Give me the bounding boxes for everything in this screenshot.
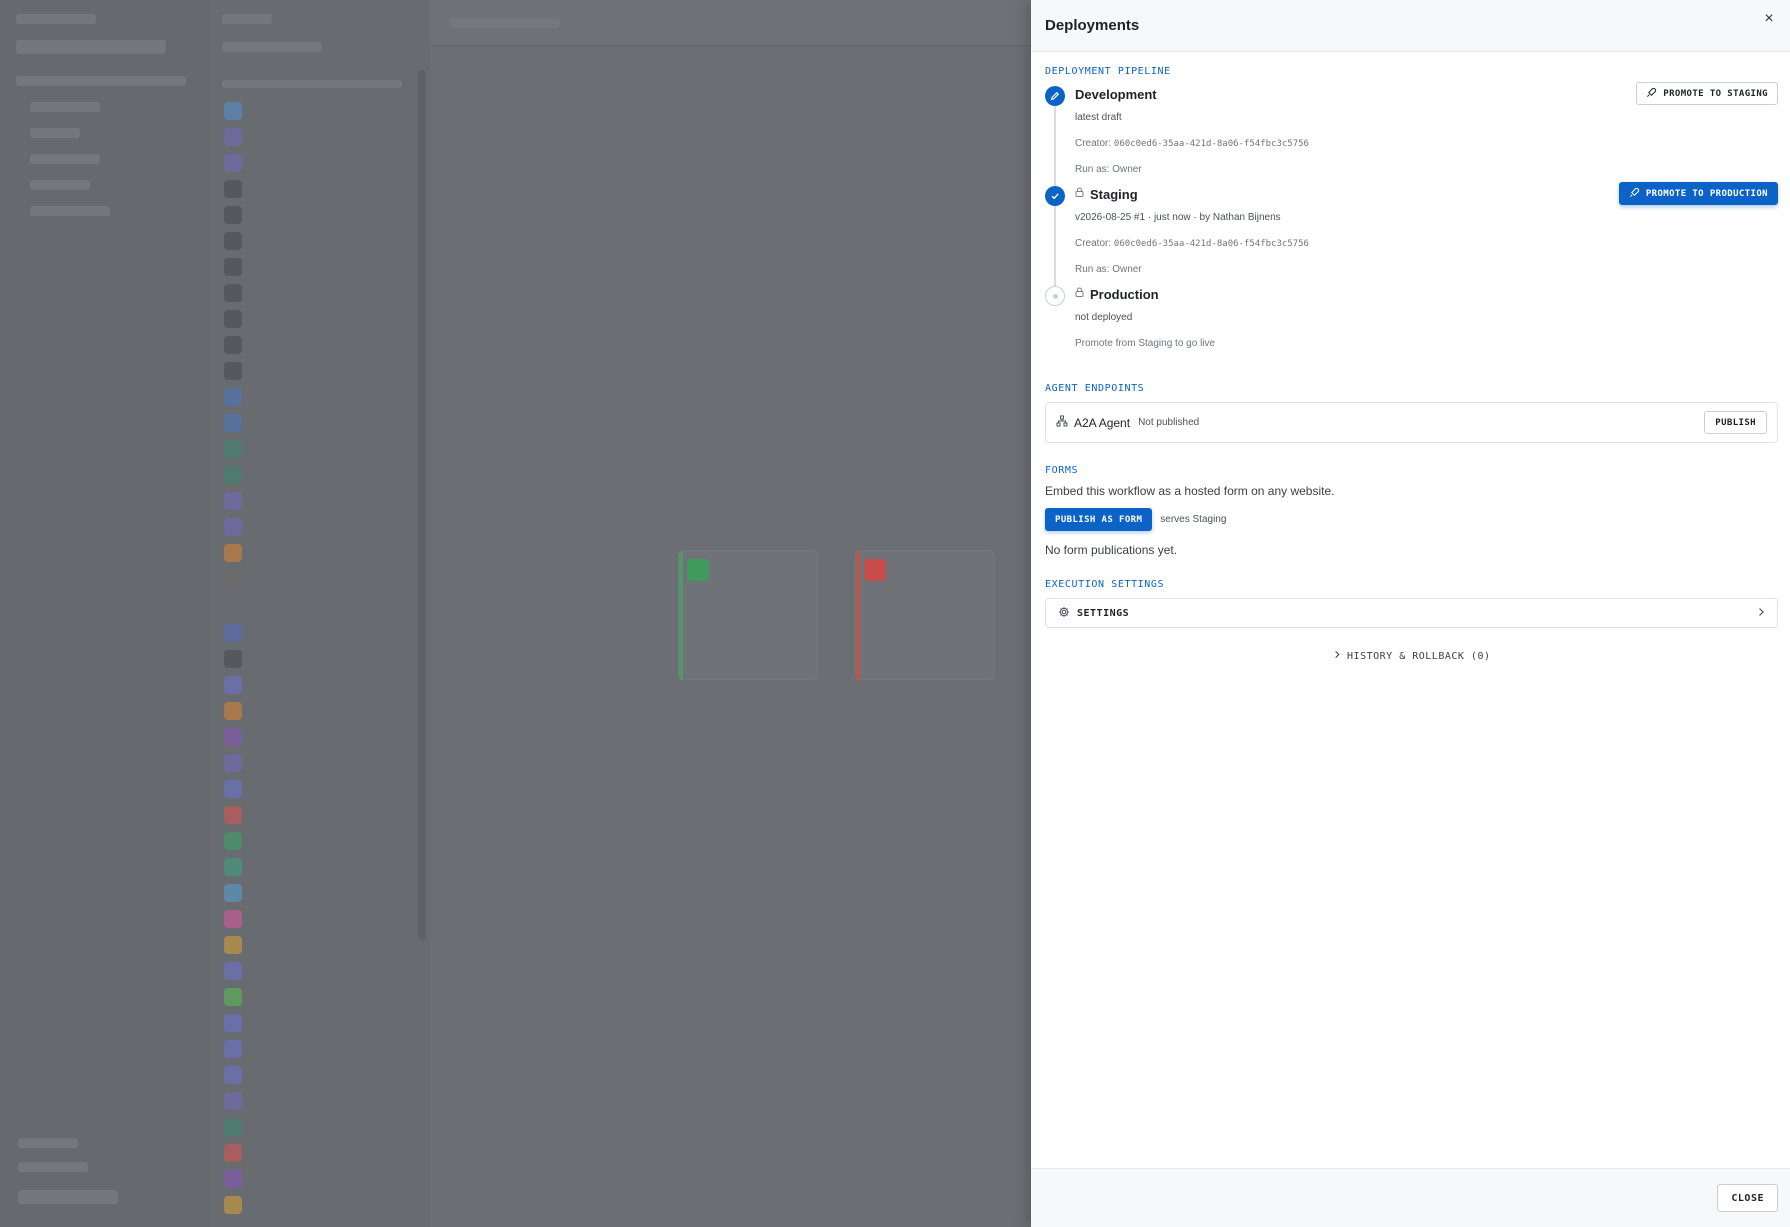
form-serves-label: serves Staging xyxy=(1160,514,1227,525)
check-icon xyxy=(1045,186,1065,206)
network-icon xyxy=(1056,415,1068,430)
stage-creator: Creator: 060c0ed6-35aa-421d-8a06-f54fbc3… xyxy=(1075,238,1309,249)
chevron-right-icon xyxy=(1757,606,1765,620)
promote-to-production-button[interactable]: PROMOTE TO PRODUCTION xyxy=(1618,182,1778,205)
form-publish-row: PUBLISH AS FORM serves Staging xyxy=(1045,508,1778,531)
background-sidebar xyxy=(0,0,210,1227)
stage-status: latest draft xyxy=(1075,112,1122,123)
gear-icon xyxy=(1058,606,1070,621)
publish-as-form-button[interactable]: PUBLISH AS FORM xyxy=(1045,508,1153,531)
empty-dot-icon xyxy=(1045,286,1065,306)
deployment-pipeline: Development latest draft Creator: 060c0e… xyxy=(1045,82,1778,369)
close-button[interactable]: CLOSE xyxy=(1717,1184,1778,1212)
stage-staging: Staging v2026-08-25 #1 · just now · by N… xyxy=(1045,182,1778,291)
panel-title: Deployments xyxy=(1045,17,1140,34)
execution-section-label: Execution settings xyxy=(1045,579,1165,590)
rocket-icon xyxy=(1646,87,1657,101)
history-rollback-toggle[interactable]: HISTORY & ROLLBACK (0) xyxy=(1045,650,1778,662)
endpoint-a2a-agent: A2A Agent Not published PUBLISH xyxy=(1045,402,1778,443)
stage-note: Promote from Staging to go live xyxy=(1075,338,1216,349)
chevron-right-icon xyxy=(1333,650,1348,662)
panel-header: Deployments × xyxy=(1031,0,1790,52)
stage-production: Production not deployed Promote from Sta… xyxy=(1045,285,1778,369)
lock-icon xyxy=(1075,185,1084,205)
stage-version: v2026-08-25 #1 · just now · by Nathan Bi… xyxy=(1075,212,1281,223)
background-node xyxy=(855,550,995,681)
stage-run-as: Run as: Owner xyxy=(1075,164,1142,175)
endpoints-section-label: Agent endpoints xyxy=(1045,383,1145,394)
forms-section-label: Forms xyxy=(1045,465,1079,476)
settings-label: SETTINGS xyxy=(1077,607,1130,619)
rocket-icon xyxy=(1629,187,1640,201)
endpoint-name: A2A Agent xyxy=(1074,415,1131,430)
lock-icon xyxy=(1075,285,1084,305)
close-icon[interactable]: × xyxy=(1758,8,1780,30)
deployments-panel: Deployments × Deployment pipeline Develo… xyxy=(1031,0,1790,1227)
panel-footer: CLOSE xyxy=(1031,1168,1790,1227)
stage-status: not deployed xyxy=(1075,312,1133,323)
panel-body: Deployment pipeline Development latest d… xyxy=(1031,52,1790,1168)
pipeline-section-label: Deployment pipeline xyxy=(1045,66,1171,77)
endpoint-status: Not published xyxy=(1138,417,1200,428)
forms-description: Embed this workflow as a hosted form on … xyxy=(1045,484,1335,498)
background-node xyxy=(678,550,818,681)
background-node-list xyxy=(210,0,430,1227)
background-topbar xyxy=(430,0,1031,46)
execution-settings-row[interactable]: SETTINGS xyxy=(1045,598,1778,628)
promote-to-staging-button[interactable]: PROMOTE TO STAGING xyxy=(1636,82,1778,105)
no-forms-message: No form publications yet. xyxy=(1045,543,1178,557)
stage-development: Development latest draft Creator: 060c0e… xyxy=(1045,82,1778,191)
background-app xyxy=(0,0,1031,1227)
stage-name: Production xyxy=(1075,285,1778,305)
pencil-icon xyxy=(1045,86,1065,106)
stage-creator: Creator: 060c0ed6-35aa-421d-8a06-f54fbc3… xyxy=(1075,138,1309,149)
publish-button[interactable]: PUBLISH xyxy=(1704,411,1767,434)
stage-run-as: Run as: Owner xyxy=(1075,264,1142,275)
